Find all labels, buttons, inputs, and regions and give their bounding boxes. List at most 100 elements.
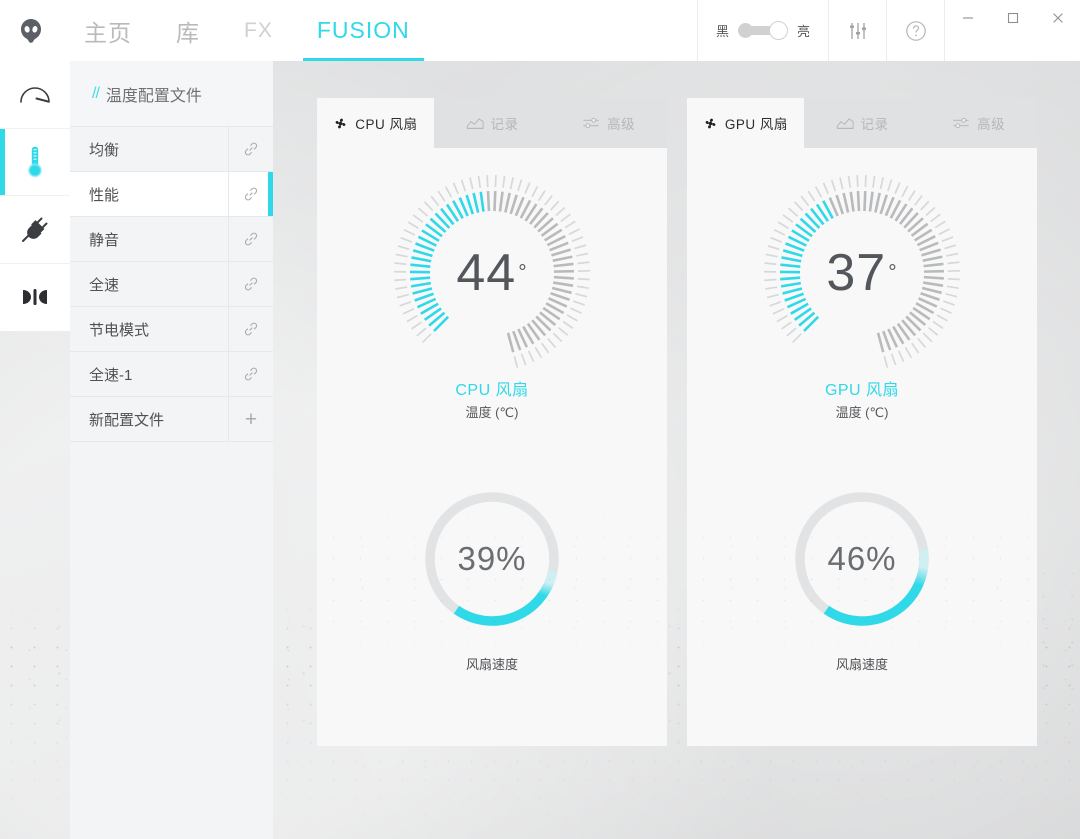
sliders-icon bbox=[848, 20, 868, 42]
gauge-icon bbox=[18, 81, 52, 107]
nav-item-home-label: 主页 bbox=[84, 19, 132, 46]
alienware-head-icon bbox=[19, 18, 43, 44]
maximize-icon bbox=[1006, 11, 1020, 25]
tab-gpu-advanced[interactable]: 高级 bbox=[920, 98, 1038, 148]
rail-item-audio[interactable] bbox=[0, 264, 70, 332]
rail-item-performance[interactable] bbox=[0, 61, 70, 129]
profile-row-quiet[interactable]: 静音 bbox=[70, 217, 273, 262]
profile-row-full-speed[interactable]: 全速 bbox=[70, 262, 273, 307]
gpu-temp-gauge: 37 ° bbox=[762, 173, 962, 373]
thermometer-icon bbox=[26, 145, 44, 179]
cpu-gauge-caption-main: CPU 风扇 bbox=[455, 382, 529, 399]
profile-row-power-saving[interactable]: 节电模式 bbox=[70, 307, 273, 352]
page-title: 温度配置文件 bbox=[105, 87, 202, 105]
toggle-knob[interactable] bbox=[769, 21, 788, 40]
profile-list-panel: // 温度配置文件 均衡 性能 静音 全速 节电模式 全速-1 新配置文件 + bbox=[70, 61, 273, 839]
profile-link-button[interactable] bbox=[228, 217, 273, 261]
help-button[interactable] bbox=[887, 0, 945, 61]
tab-gpu-log[interactable]: 记录 bbox=[803, 98, 921, 148]
audio-icon bbox=[20, 287, 50, 307]
profile-link-button[interactable] bbox=[228, 307, 273, 351]
fan-icon bbox=[703, 116, 718, 131]
app-window: 主页 库 FX FUSION 黑 亮 // 温度配置文件 均衡 性能 静音 全速… bbox=[0, 0, 1080, 839]
profile-name: 性能 bbox=[89, 186, 120, 204]
profile-row-performance[interactable]: 性能 bbox=[70, 172, 273, 217]
cpu-speed-ring: 39% bbox=[416, 483, 568, 635]
app-logo bbox=[0, 0, 62, 61]
close-button[interactable] bbox=[1035, 0, 1080, 36]
nav-item-fusion-label: FUSION bbox=[316, 17, 410, 43]
gpu-panel-body: 37 ° GPU 风扇 温度 (℃) 46% 风扇速度 bbox=[687, 148, 1037, 746]
tab-gpu-fan[interactable]: GPU 风扇 bbox=[687, 98, 804, 148]
add-profile-button[interactable]: + bbox=[228, 397, 273, 441]
theme-dark-label: 黑 bbox=[715, 24, 729, 39]
chart-icon bbox=[836, 116, 854, 130]
tab-cpu-log[interactable]: 记录 bbox=[433, 98, 551, 148]
nav-item-fx[interactable]: FX bbox=[222, 0, 295, 61]
profile-name: 节电模式 bbox=[89, 321, 150, 339]
settings-button[interactable] bbox=[829, 0, 887, 61]
profile-link-button[interactable] bbox=[228, 127, 273, 171]
profile-link-button[interactable] bbox=[228, 262, 273, 306]
cpu-panel-body: 44 ° CPU 风扇 温度 (℃) 39% 风扇速度 bbox=[317, 148, 667, 746]
tab-gpu-log-label: 记录 bbox=[860, 117, 889, 132]
minimize-icon bbox=[961, 11, 975, 25]
gpu-temp-value-group: 37 ° bbox=[762, 173, 962, 373]
link-icon bbox=[243, 141, 259, 157]
tab-gpu-fan-label: GPU 风扇 bbox=[724, 117, 788, 132]
tab-cpu-log-label: 记录 bbox=[490, 117, 519, 132]
gpu-speed-ring: 46% bbox=[786, 483, 938, 635]
nav-item-library-label: 库 bbox=[176, 19, 200, 46]
gpu-temp-value: 37 bbox=[826, 244, 887, 302]
maximize-button[interactable] bbox=[990, 0, 1035, 36]
nav-item-library[interactable]: 库 bbox=[154, 0, 222, 61]
profile-row-balanced[interactable]: 均衡 bbox=[70, 127, 273, 172]
profile-row-new-profile[interactable]: 新配置文件 + bbox=[70, 397, 273, 442]
minimize-button[interactable] bbox=[945, 0, 990, 36]
gpu-gauge-caption-sub: 温度 (℃) bbox=[835, 405, 889, 420]
link-icon bbox=[243, 366, 259, 382]
cpu-tabs: CPU 风扇 记录 高级 bbox=[317, 98, 668, 148]
link-icon bbox=[243, 231, 259, 247]
profile-row-full-speed-1[interactable]: 全速-1 bbox=[70, 352, 273, 397]
tab-cpu-advanced-label: 高级 bbox=[607, 117, 636, 132]
profile-link-button[interactable] bbox=[228, 172, 273, 216]
gpu-fan-panel: GPU 风扇 记录 高级 37 ° GPU 风扇 温度 (℃) 46% 风扇速度 bbox=[687, 98, 1038, 746]
profile-link-button[interactable] bbox=[228, 352, 273, 396]
nav-item-fusion[interactable]: FUSION bbox=[295, 0, 432, 61]
nav-item-fx-label: FX bbox=[244, 18, 273, 42]
cpu-gauge-caption-sub: 温度 (℃) bbox=[465, 405, 519, 420]
fan-icon bbox=[333, 116, 348, 131]
tab-cpu-fan[interactable]: CPU 风扇 bbox=[317, 98, 434, 148]
degree-symbol: ° bbox=[518, 261, 528, 284]
gpu-tabs: GPU 风扇 记录 高级 bbox=[687, 98, 1038, 148]
rail-item-thermal[interactable] bbox=[0, 128, 70, 196]
link-icon bbox=[243, 276, 259, 292]
cpu-speed-caption: 风扇速度 bbox=[465, 657, 518, 672]
tab-gpu-advanced-label: 高级 bbox=[977, 117, 1006, 132]
plus-icon: + bbox=[244, 407, 258, 431]
profile-list-header: // 温度配置文件 bbox=[70, 61, 273, 127]
theme-toggle-switch[interactable] bbox=[738, 21, 788, 40]
main-nav: 主页 库 FX FUSION bbox=[62, 0, 432, 61]
cpu-temp-gauge: 44 ° bbox=[392, 173, 592, 373]
gpu-speed-value: 46% bbox=[827, 540, 897, 577]
nav-item-home[interactable]: 主页 bbox=[62, 0, 154, 61]
tab-cpu-advanced[interactable]: 高级 bbox=[550, 98, 668, 148]
sliders-icon bbox=[582, 116, 600, 130]
gpu-gauge-caption-main: GPU 风扇 bbox=[824, 382, 900, 399]
cpu-speed-value: 39% bbox=[457, 540, 527, 577]
cpu-gauge-caption: CPU 风扇 温度 (℃) bbox=[455, 376, 528, 421]
tab-cpu-fan-label: CPU 风扇 bbox=[355, 117, 418, 132]
degree-symbol: ° bbox=[888, 261, 898, 284]
theme-toggle-group[interactable]: 黑 亮 bbox=[698, 0, 829, 61]
question-circle-icon bbox=[904, 19, 928, 43]
cpu-fan-panel: CPU 风扇 记录 高级 44 ° CPU 风扇 温度 (℃) 39% 风扇速度 bbox=[317, 98, 668, 746]
cpu-temp-value: 44 bbox=[456, 244, 517, 302]
rail-item-power[interactable] bbox=[0, 196, 70, 264]
icon-rail bbox=[0, 61, 70, 331]
close-icon bbox=[1051, 11, 1065, 25]
chart-icon bbox=[466, 116, 484, 130]
cpu-temp-value-group: 44 ° bbox=[392, 173, 592, 373]
profile-name: 新配置文件 bbox=[89, 411, 165, 429]
